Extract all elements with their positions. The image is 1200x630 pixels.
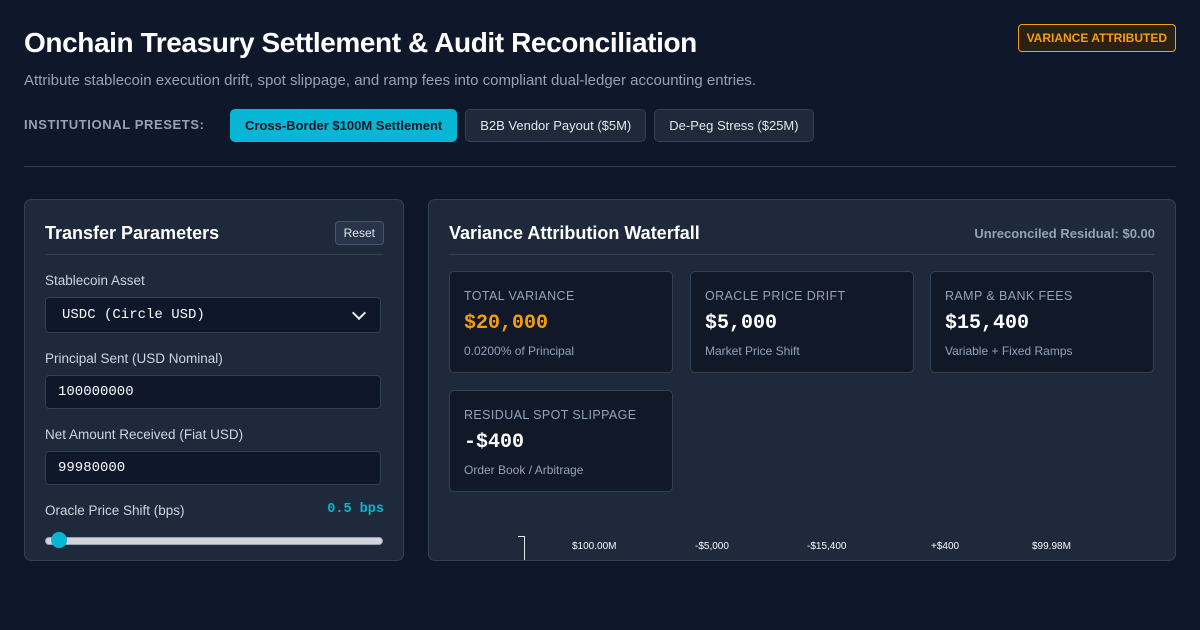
reset-button[interactable]: Reset <box>334 221 384 245</box>
spot-slippage-value: -$400 <box>464 431 525 454</box>
header-divider <box>24 166 1176 167</box>
oracle-shift-value: 0.5 bps <box>327 502 384 517</box>
net-amount-input[interactable]: 99980000 <box>45 451 381 485</box>
total-variance-sub: 0.0200% of Principal <box>464 344 575 358</box>
waterfall-bar-label: -$15,400 <box>807 541 847 552</box>
net-amount-value: 99980000 <box>58 460 126 476</box>
preset-depeg-stress-button[interactable]: De-Peg Stress ($25M) <box>654 109 814 142</box>
variance-waterfall-panel: Variance Attribution Waterfall Unreconci… <box>428 199 1176 561</box>
waterfall-bar-label: $99.98M <box>1032 541 1071 552</box>
status-badge: VARIANCE ATTRIBUTED <box>1017 24 1176 52</box>
waterfall-bar-label: $100.00M <box>572 541 617 552</box>
net-amount-label: Net Amount Received (Fiat USD) <box>45 427 244 442</box>
oracle-drift-value: $5,000 <box>705 312 778 335</box>
spot-slippage-card: RESIDUAL SPOT SLIPPAGE -$400 Order Book … <box>449 390 673 492</box>
total-variance-card: TOTAL VARIANCE $20,000 0.0200% of Princi… <box>449 271 673 373</box>
variance-waterfall-title: Variance Attribution Waterfall <box>449 223 700 243</box>
preset-buttons: Cross-Border $100M Settlement B2B Vendor… <box>230 109 814 142</box>
principal-sent-input[interactable]: 100000000 <box>45 375 381 409</box>
page: Onchain Treasury Settlement & Audit Reco… <box>0 0 1200 630</box>
page-title: Onchain Treasury Settlement & Audit Reco… <box>24 27 697 58</box>
ramp-fees-card: RAMP & BANK FEES $15,400 Variable + Fixe… <box>930 271 1154 373</box>
total-variance-label: TOTAL VARIANCE <box>464 289 575 303</box>
panel-divider <box>45 254 383 255</box>
presets-label: INSTITUTIONAL PRESETS: <box>24 117 205 132</box>
transfer-parameters-panel: Transfer Parameters Reset Stablecoin Ass… <box>24 199 404 561</box>
ramp-fees-value: $15,400 <box>945 312 1030 335</box>
spot-slippage-sub: Order Book / Arbitrage <box>464 463 584 477</box>
unreconciled-residual: Unreconciled Residual: $0.00 <box>974 226 1155 241</box>
transfer-parameters-title: Transfer Parameters <box>45 223 220 243</box>
waterfall-axis <box>524 536 525 560</box>
ramp-fees-label: RAMP & BANK FEES <box>945 289 1073 303</box>
stablecoin-asset-select[interactable]: USDC (Circle USD) <box>45 297 381 333</box>
waterfall-bar-label: -$5,000 <box>695 541 729 552</box>
spot-slippage-label: RESIDUAL SPOT SLIPPAGE <box>464 408 637 422</box>
oracle-shift-label: Oracle Price Shift (bps) <box>45 503 185 518</box>
oracle-drift-sub: Market Price Shift <box>705 344 800 358</box>
preset-b2b-payout-button[interactable]: B2B Vendor Payout ($5M) <box>465 109 647 142</box>
preset-cross-border-button[interactable]: Cross-Border $100M Settlement <box>230 109 458 142</box>
total-variance-value: $20,000 <box>464 312 549 335</box>
oracle-shift-slider-track[interactable] <box>45 537 383 545</box>
ramp-fees-sub: Variable + Fixed Ramps <box>945 344 1073 358</box>
principal-sent-label: Principal Sent (USD Nominal) <box>45 351 223 366</box>
stablecoin-asset-label: Stablecoin Asset <box>45 273 145 288</box>
page-subtitle: Attribute stablecoin execution drift, sp… <box>24 72 757 89</box>
principal-sent-value: 100000000 <box>58 384 134 400</box>
oracle-shift-slider-thumb[interactable] <box>51 532 67 548</box>
panel-divider <box>449 254 1155 255</box>
oracle-drift-label: ORACLE PRICE DRIFT <box>705 289 846 303</box>
chevron-down-icon <box>351 305 367 321</box>
oracle-drift-card: ORACLE PRICE DRIFT $5,000 Market Price S… <box>690 271 914 373</box>
waterfall-bar-label: +$400 <box>931 541 960 552</box>
stablecoin-asset-value: USDC (Circle USD) <box>62 307 205 323</box>
